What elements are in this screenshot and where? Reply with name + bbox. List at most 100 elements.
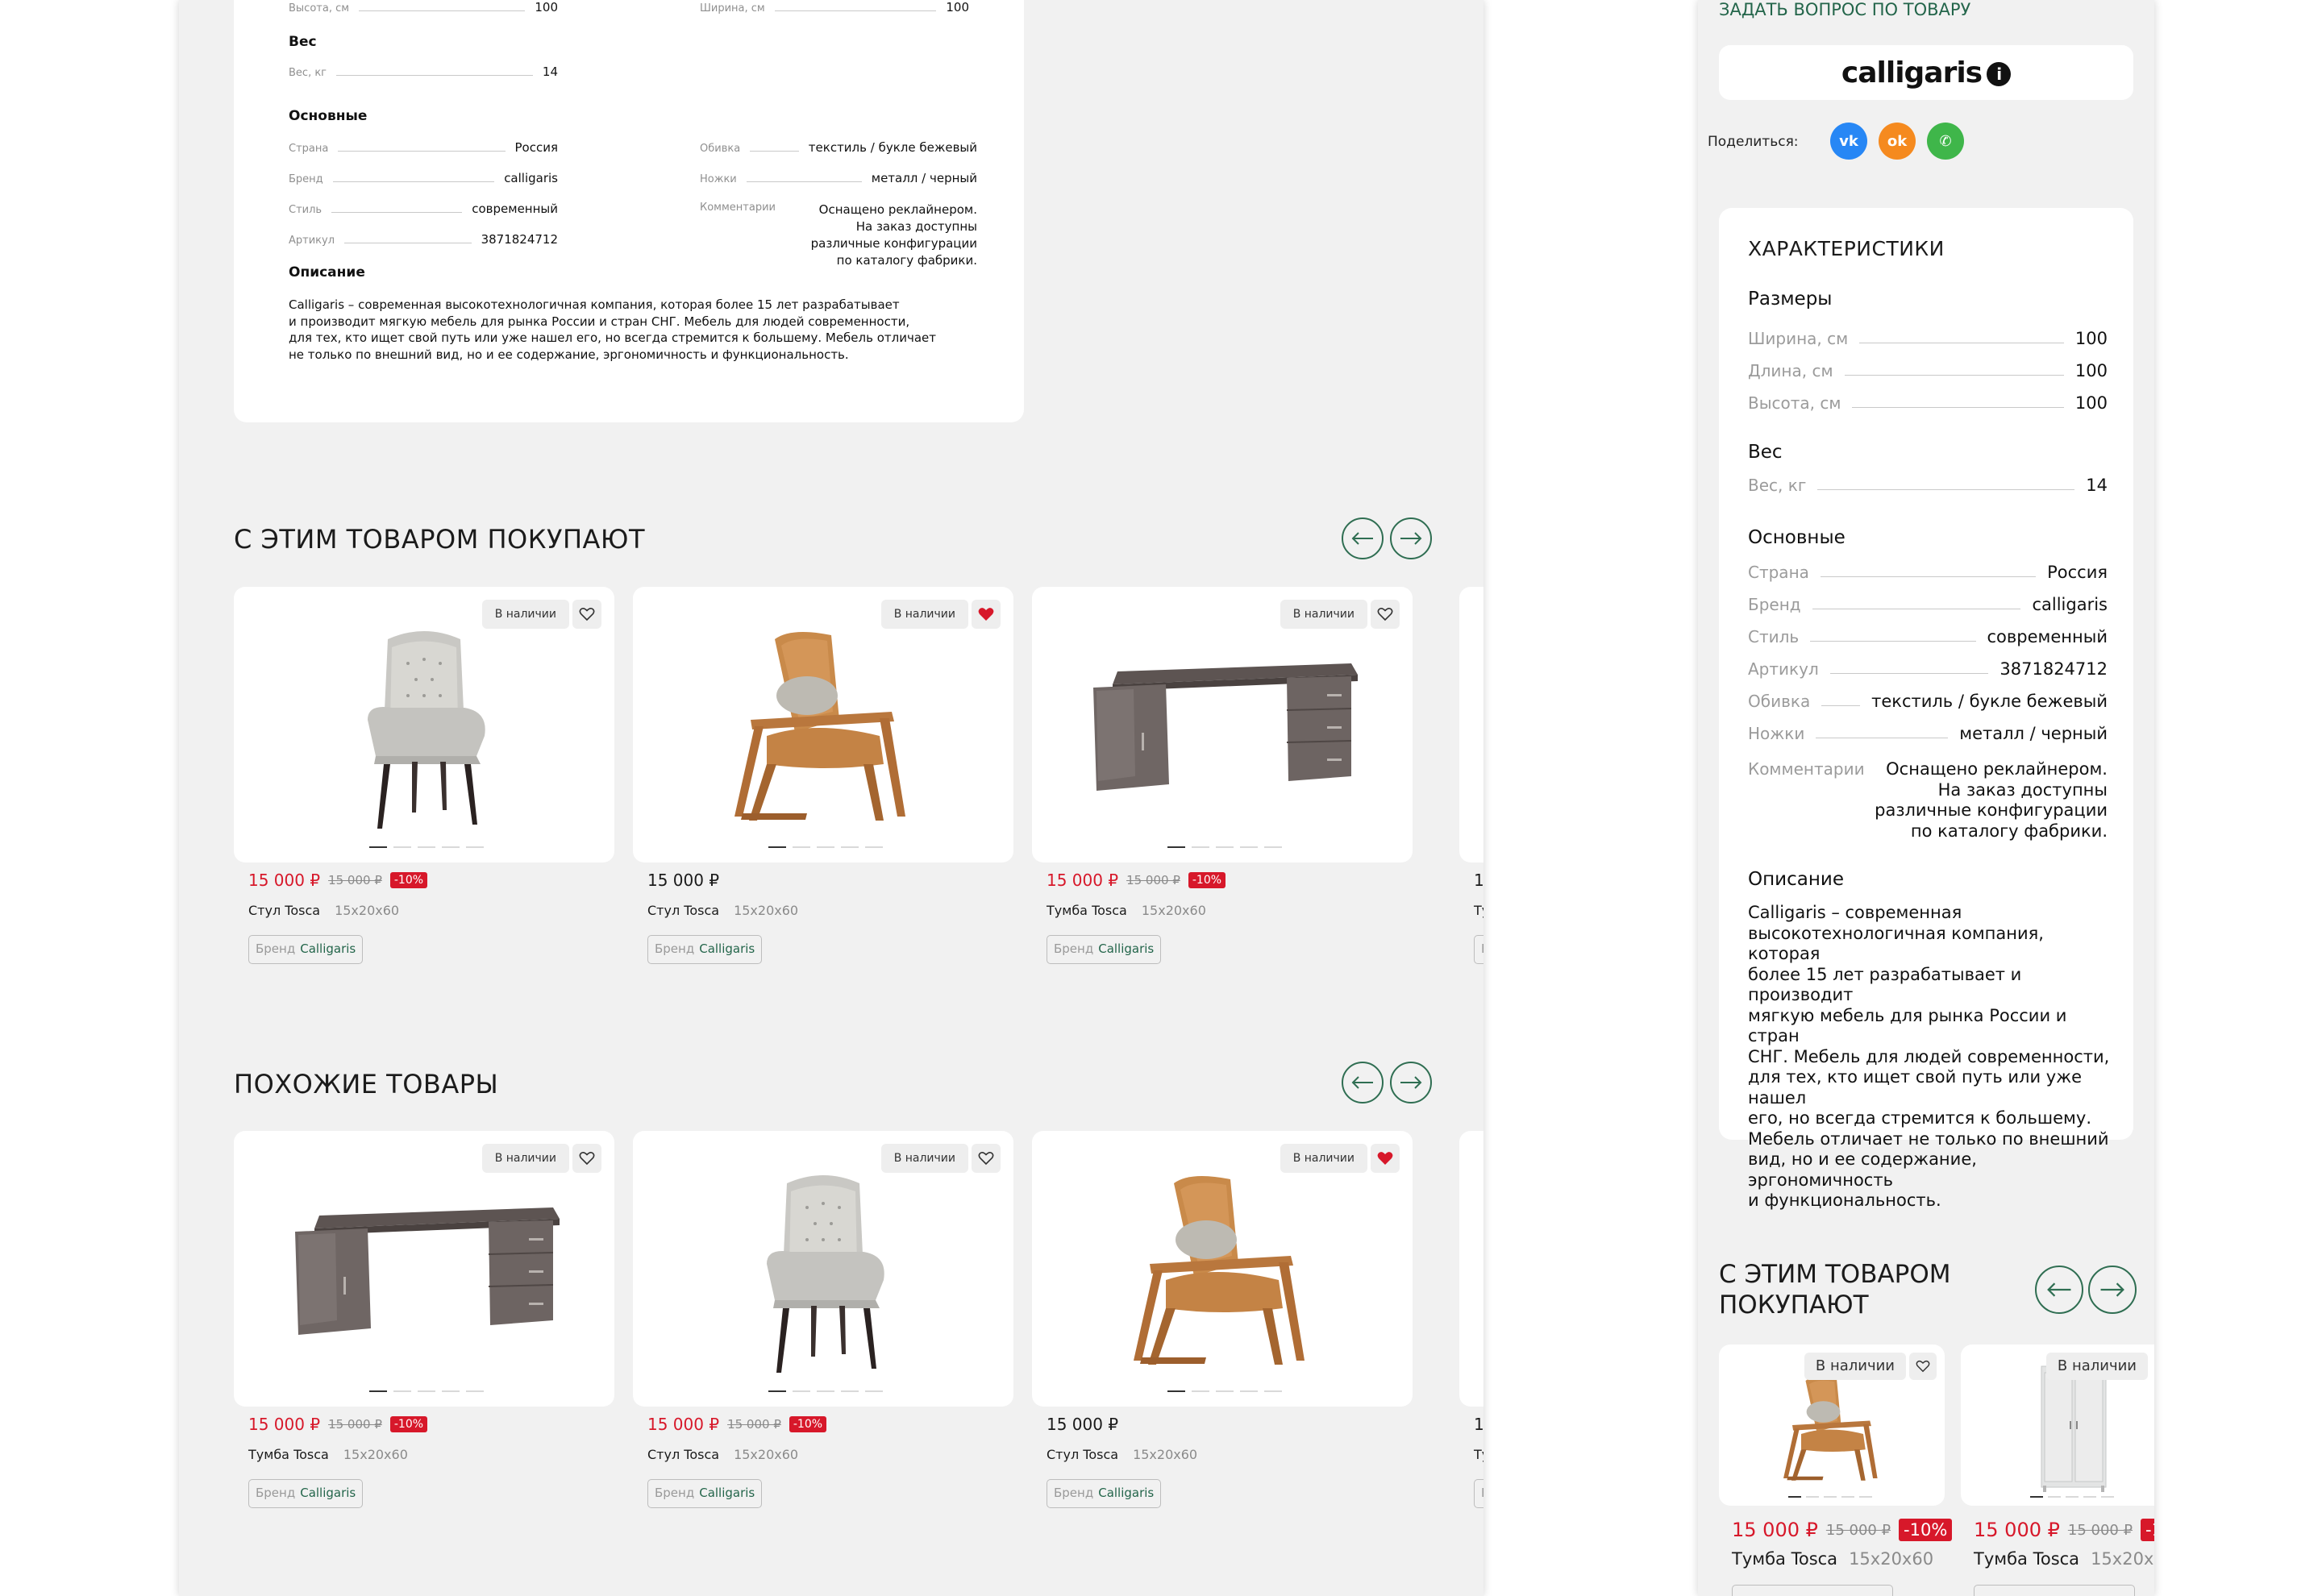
product-title[interactable]: Стул Tosca 15x20x60 xyxy=(248,903,399,918)
spec-label: Длина, см xyxy=(1748,361,1833,380)
product-card[interactable]: В наличии xyxy=(1032,1131,1413,1407)
product-title[interactable]: Тумба Tosca 15x20x60 xyxy=(1047,903,1206,918)
product-title[interactable]: Стул Tosca 15x20x60 xyxy=(647,903,798,918)
brand-tag[interactable]: Бренд Calligaris xyxy=(1047,1479,1162,1508)
spec-label: Высота, см xyxy=(289,2,350,15)
old-price: 15 000 ₽ xyxy=(328,1417,382,1432)
spec-label: Бренд xyxy=(1748,595,1801,614)
spec-row: Вес, кг 14 xyxy=(1748,472,2108,495)
heart-filled-icon xyxy=(1377,1152,1393,1165)
spec-row: Бренд calligaris xyxy=(289,169,558,185)
old-price: 15 000 ₽ xyxy=(328,873,382,887)
dotted-leader xyxy=(1829,673,1989,674)
spec-value: 100 xyxy=(2074,361,2108,380)
favorite-button[interactable] xyxy=(972,1144,1001,1173)
product-card[interactable]: В наличии xyxy=(1961,1345,2154,1506)
group-title-weight: Вес xyxy=(1748,442,1783,463)
product-title[interactable]: Тумба Tosca 15x20x60 xyxy=(1732,1549,1933,1569)
product-title[interactable]: Стул Tosca 15x20x60 xyxy=(1047,1447,1197,1462)
brand-tag-label: Бренд xyxy=(1054,941,1094,956)
favorite-button[interactable] xyxy=(1371,1144,1400,1173)
spec-value: текстиль / букле бежевый xyxy=(1871,692,2108,711)
favorite-button[interactable] xyxy=(572,1144,601,1173)
favorite-button[interactable] xyxy=(572,600,601,629)
image-pagination xyxy=(369,1390,484,1392)
brand-logo[interactable]: calligaris i xyxy=(1719,45,2133,100)
group-title-sizes: Размеры xyxy=(1748,289,1833,310)
section-title-bought-together: С этим товаром покупают xyxy=(1719,1260,1951,1320)
price-block: 15 000 ₽ 15 000 ₽ -10% xyxy=(1047,871,1226,890)
spec-row: Стиль современный xyxy=(1748,624,2108,646)
product-card[interactable]: В наличии xyxy=(633,1131,1013,1407)
odnoklassniki-icon[interactable]: ok xyxy=(1879,123,1916,160)
favorite-button[interactable] xyxy=(1371,600,1400,629)
carousel-next-button[interactable] xyxy=(2088,1266,2137,1314)
carousel-next-button[interactable] xyxy=(1390,517,1432,559)
ask-question-link[interactable]: ЗАДАТЬ ВОПРОС ПО ТОВАРУ xyxy=(1719,0,1970,19)
price-peek: 15 xyxy=(1474,1415,1484,1434)
heart-outline-icon xyxy=(579,1152,595,1166)
carousel-prev-button[interactable] xyxy=(2035,1266,2083,1314)
brand-tag-peek: Б xyxy=(1474,1479,1484,1508)
spec-label: Ширина, см xyxy=(1748,329,1849,348)
favorite-button[interactable] xyxy=(1909,1353,1937,1380)
brand-tag[interactable]: Бренд Calligaris xyxy=(1047,935,1162,964)
dotted-leader xyxy=(1817,489,2075,490)
dotted-leader xyxy=(336,75,533,76)
spec-label: Вес, кг xyxy=(289,67,327,79)
discount-badge: -10% xyxy=(389,872,428,888)
product-size: 15x20x60 xyxy=(335,903,400,918)
characteristics-card: Характеристики Размеры Ширина, см 100 Дл… xyxy=(1719,208,2133,1210)
brand-tag-label: Бренд xyxy=(655,941,695,956)
dotted-leader xyxy=(1821,705,1861,706)
spec-value: calligaris xyxy=(504,171,558,185)
product-card[interactable]: В наличии xyxy=(1719,1345,1945,1506)
armchair-image xyxy=(1783,1376,1878,1481)
whatsapp-icon[interactable]: ✆ xyxy=(1927,123,1964,160)
product-card-peek[interactable] xyxy=(1459,1131,1484,1407)
brand-tag-value: Calligaris xyxy=(1098,941,1155,956)
product-card[interactable]: В наличии xyxy=(234,587,614,862)
spec-row: Обивка текстиль / букле бежевый xyxy=(700,139,977,155)
product-card-peek[interactable] xyxy=(1459,587,1484,862)
spec-value: текстиль / букле бежевый xyxy=(808,140,977,155)
carousel-next-button[interactable] xyxy=(1390,1062,1432,1103)
discount-badge: -10% xyxy=(1899,1519,1953,1541)
product-title[interactable]: Тумба Tosca 15x20x6 xyxy=(1974,1549,2154,1569)
product-title[interactable]: Тумба Tosca 15x20x60 xyxy=(248,1447,408,1462)
availability-badge: В наличии xyxy=(880,1144,968,1173)
armchair-image xyxy=(734,632,905,821)
price: 15 000 ₽ xyxy=(647,871,720,890)
brand-tag[interactable]: Бренд Calligaris xyxy=(647,1479,763,1508)
spec-value: 14 xyxy=(2086,476,2108,495)
price-block: 15 000 ₽ 15 000 ₽ -1 xyxy=(1974,1519,2154,1541)
brand-tag[interactable]: Бренд Calligaris xyxy=(248,1479,364,1508)
spec-value: 14 xyxy=(542,64,558,79)
product-title[interactable]: Стул Tosca 15x20x60 xyxy=(647,1447,798,1462)
product-size: 15x20x60 xyxy=(1849,1549,1934,1569)
brand-tag-value: Calligaris xyxy=(699,941,755,956)
brand-tag[interactable] xyxy=(1732,1585,1893,1596)
wardrobe-image xyxy=(2041,1365,2107,1492)
product-card[interactable]: В наличии xyxy=(234,1131,614,1407)
vk-icon[interactable]: vk xyxy=(1830,123,1867,160)
brand-tag[interactable] xyxy=(1974,1585,2135,1596)
availability-badge: В наличии xyxy=(1804,1353,1906,1380)
price: 15 000 ₽ xyxy=(1047,871,1119,890)
brand-tag[interactable]: Бренд Calligaris xyxy=(248,935,364,964)
brand-tag-label: Бренд xyxy=(655,1486,695,1500)
spec-label: Обивка xyxy=(1748,692,1811,711)
product-name: Тумба Tosca xyxy=(1047,903,1127,918)
favorite-button[interactable] xyxy=(972,600,1001,629)
carousel-prev-button[interactable] xyxy=(1342,517,1384,559)
arrow-right-icon xyxy=(1400,1076,1422,1089)
carousel-prev-button[interactable] xyxy=(1342,1062,1384,1103)
price: 15 000 ₽ xyxy=(1974,1519,2060,1541)
image-pagination xyxy=(768,1390,883,1392)
product-card[interactable]: В наличии xyxy=(633,587,1013,862)
heart-outline-icon xyxy=(978,1152,994,1166)
price-block: 15 000 ₽ 15 000 ₽ -10% xyxy=(1732,1519,1953,1541)
brand-tag[interactable]: Бренд Calligaris xyxy=(647,935,763,964)
product-card[interactable]: В наличии xyxy=(1032,587,1413,862)
dotted-leader xyxy=(746,181,862,182)
